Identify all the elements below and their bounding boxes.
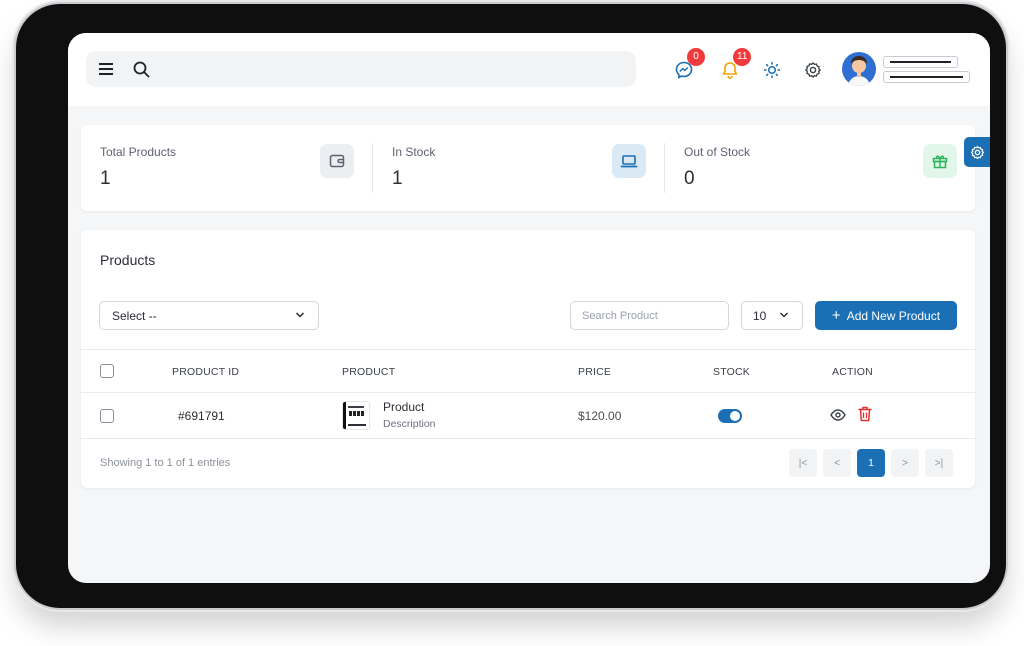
last-page-button[interactable]: >|	[925, 449, 953, 477]
row-checkbox[interactable]	[100, 409, 114, 423]
table-header-divider	[81, 392, 975, 393]
stat-label: Out of Stock	[684, 145, 751, 159]
gear-icon[interactable]	[802, 59, 824, 81]
page-size-select[interactable]: 10	[741, 301, 803, 330]
notifications-badge: 11	[733, 48, 752, 66]
column-header-stock[interactable]: STOCK	[713, 366, 750, 378]
gear-icon	[970, 145, 985, 160]
chevron-down-icon	[779, 311, 789, 319]
product-name[interactable]: Product	[383, 400, 424, 414]
stat-label: In Stock	[392, 145, 436, 159]
plus-icon: +	[831, 307, 841, 324]
column-header-action: ACTION	[832, 366, 873, 378]
column-header-product[interactable]: PRODUCT	[342, 366, 395, 378]
theme-settings-tab[interactable]	[964, 137, 990, 167]
messages-badge: 0	[687, 48, 705, 66]
column-header-product-id[interactable]: PRODUCT ID	[172, 366, 239, 378]
entries-info: Showing 1 to 1 of 1 entries	[100, 457, 231, 469]
first-page-button[interactable]: |<	[789, 449, 817, 477]
products-card: Products Select -- Search Product 10 + A…	[81, 230, 975, 488]
column-header-price[interactable]: PRICE	[578, 366, 611, 378]
app-screen: 0 11 Total Products 1 In Stock 1 Out of …	[68, 33, 990, 583]
add-new-product-label: Add New Product	[846, 308, 941, 323]
stats-card: Total Products 1 In Stock 1 Out of Stock…	[81, 125, 975, 211]
tablet-frame: 0 11 Total Products 1 In Stock 1 Out of …	[16, 4, 1006, 608]
category-select[interactable]: Select --	[99, 301, 319, 330]
prev-page-button[interactable]: <	[823, 449, 851, 477]
products-title: Products	[100, 252, 156, 268]
product-search-input[interactable]: Search Product	[570, 301, 729, 330]
trash-icon[interactable]	[856, 405, 874, 423]
stat-divider	[372, 143, 373, 193]
wallet-icon	[320, 144, 354, 178]
search-icon[interactable]	[131, 59, 151, 79]
pagination: |< < 1 > >|	[789, 449, 959, 477]
add-new-product-button[interactable]: + Add New Product	[815, 301, 957, 330]
stat-value: 1	[392, 168, 403, 189]
price-cell: $120.00	[578, 409, 622, 423]
user-role-placeholder	[883, 71, 970, 83]
global-search-bar[interactable]	[86, 51, 636, 87]
chevron-down-icon	[295, 311, 305, 319]
menu-icon[interactable]	[97, 60, 115, 78]
laptop-icon	[612, 144, 646, 178]
next-page-button[interactable]: >	[891, 449, 919, 477]
page-size-value: 10	[753, 308, 767, 323]
sun-icon[interactable]	[761, 59, 783, 81]
table-top-border	[81, 349, 975, 350]
top-bar: 0 11	[68, 33, 990, 106]
table-bottom-border	[81, 438, 975, 439]
gift-icon	[923, 144, 957, 178]
stat-divider	[664, 143, 665, 193]
stat-value: 0	[684, 168, 695, 189]
select-all-checkbox[interactable]	[100, 364, 114, 378]
stat-value: 1	[100, 168, 111, 189]
user-name-placeholder	[883, 56, 958, 68]
page-1-button[interactable]: 1	[857, 449, 885, 477]
search-placeholder: Search Product	[582, 309, 658, 322]
product-id-cell: #691791	[178, 409, 225, 423]
eye-icon[interactable]	[829, 406, 847, 424]
stock-toggle[interactable]	[718, 409, 742, 423]
category-select-value: Select --	[112, 308, 157, 323]
product-thumbnail	[342, 401, 370, 430]
stat-label: Total Products	[100, 145, 177, 159]
avatar[interactable]	[842, 52, 876, 86]
product-description: Description	[383, 418, 436, 430]
